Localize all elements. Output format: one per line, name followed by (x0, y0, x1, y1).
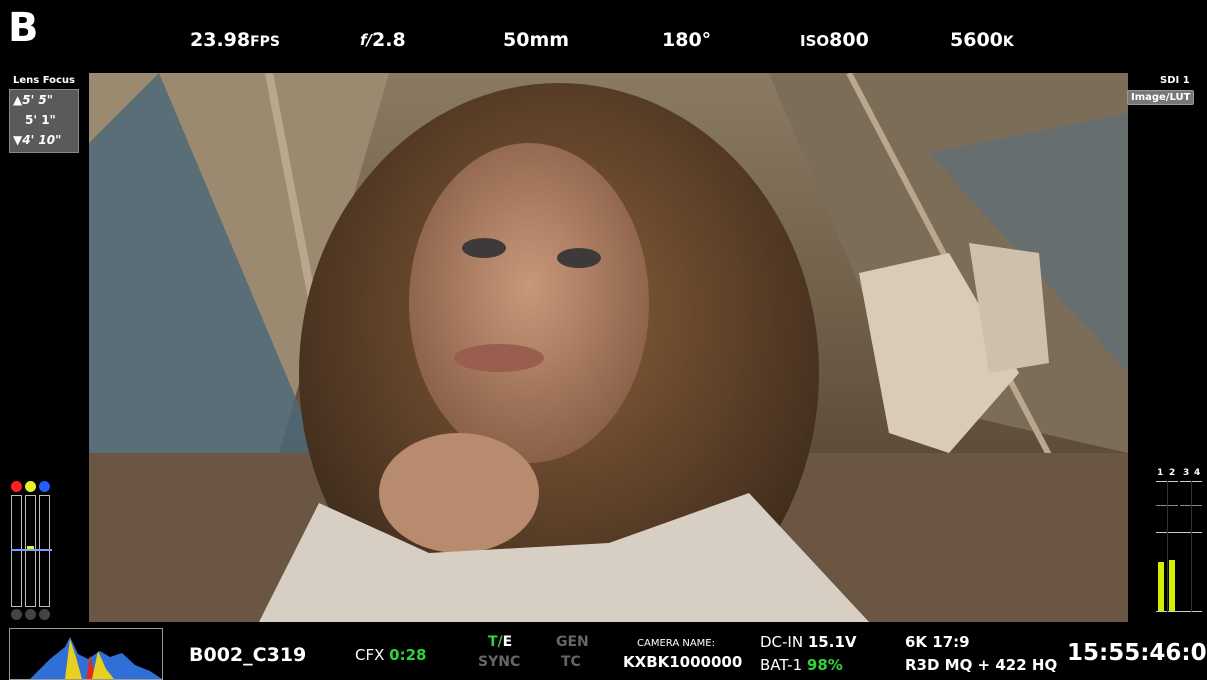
red-channel-dot (11, 481, 22, 492)
battery-label: BAT-1 (760, 656, 803, 674)
audio-tick (1156, 611, 1202, 612)
blue-meter (39, 495, 50, 607)
aperture-value: 2.8 (372, 29, 406, 51)
te-label-t: T/ (488, 634, 503, 650)
meter-reference-line (11, 549, 52, 551)
camera-preview-image (89, 73, 1128, 622)
sdi-output-label: SDI 1 (1160, 75, 1190, 86)
green-meter (25, 495, 36, 607)
histogram[interactable] (9, 628, 163, 680)
meter-indicator-2 (25, 609, 36, 620)
meter-indicator-1 (11, 609, 22, 620)
red-meter (11, 495, 22, 607)
camera-letter: B (8, 5, 39, 51)
wb-unit: K (1002, 34, 1014, 50)
focus-near: ▼4' 10" (13, 133, 62, 147)
audio-level-ch1 (1158, 562, 1164, 611)
lens-focus-box[interactable]: ▲5' 5" 5' 1" ▼4' 10" (9, 89, 79, 153)
lens-focus-title: Lens Focus (13, 75, 76, 86)
aperture[interactable]: f/2.8 (360, 27, 406, 53)
iso-prefix: ISO (800, 32, 830, 50)
gen-indicator: GEN (556, 634, 589, 650)
cfx-value: 0:28 (389, 646, 427, 664)
timecode[interactable]: 15:55:46:04 (1067, 640, 1207, 666)
blue-channel-dot (39, 481, 50, 492)
camera-name-value[interactable]: KXBK1000000 (623, 653, 742, 671)
audio-level-ch2 (1169, 560, 1175, 611)
audio-channel-1-label: 1 (1157, 468, 1164, 478)
audio-channel-3-label: 3 (1183, 468, 1190, 478)
audio-divider (1191, 481, 1192, 612)
white-balance[interactable]: 5600K (950, 27, 1014, 55)
dc-in-label: DC-IN (760, 633, 804, 651)
audio-tick (1156, 532, 1202, 533)
frame-rate[interactable]: 23.98FPS (190, 27, 280, 55)
focus-current: 5' 1" (25, 113, 56, 127)
cfx-media-remaining[interactable]: CFX 0:28 (355, 646, 426, 664)
te-indicator[interactable]: T/E (488, 634, 512, 650)
meter-indicator-3 (39, 609, 50, 620)
audio-divider (1167, 481, 1168, 612)
iso[interactable]: ISO800 (800, 27, 869, 54)
camera-name-label: CAMERA NAME: (637, 638, 715, 649)
tc-indicator: TC (561, 654, 581, 670)
battery-value: 98% (806, 656, 843, 674)
resolution-format[interactable]: 6K 17:9 (905, 633, 970, 651)
focal-length[interactable]: 50mm (503, 27, 569, 53)
sdi-mode-badge[interactable]: Image/LUT (1127, 90, 1195, 105)
top-status-bar: B 23.98FPS f/2.8 50mm 180° ISO800 5600K (0, 0, 1207, 73)
bottom-status-bar: B002_C319 CFX 0:28 T/E SYNC GEN TC CAMER… (0, 622, 1207, 680)
fps-unit: FPS (250, 34, 281, 50)
aperture-prefix: f/ (360, 31, 373, 49)
yellow-channel-dot (25, 481, 36, 492)
shutter-angle[interactable]: 180° (662, 27, 711, 53)
sync-indicator: SYNC (478, 654, 521, 670)
histogram-graph (30, 637, 162, 679)
clip-name[interactable]: B002_C319 (189, 644, 306, 666)
battery-status: BAT-1 98% (760, 656, 843, 674)
focus-far: ▲5' 5" (13, 93, 54, 107)
preview-scene (89, 73, 1128, 622)
audio-channel-2-label: 2 (1169, 468, 1176, 478)
audio-meters (1156, 481, 1202, 612)
dc-in-value: 15.1V (807, 633, 857, 651)
audio-channel-4-label: 4 (1194, 468, 1201, 478)
fps-value: 23.98 (190, 29, 251, 51)
te-label-e: E (502, 634, 513, 650)
iso-value: 800 (829, 29, 869, 51)
cfx-label: CFX (355, 646, 385, 664)
wb-value: 5600 (950, 29, 1003, 51)
recording-codec[interactable]: R3D MQ + 422 HQ (905, 656, 1057, 674)
dc-in-status: DC-IN 15.1V (760, 633, 857, 651)
